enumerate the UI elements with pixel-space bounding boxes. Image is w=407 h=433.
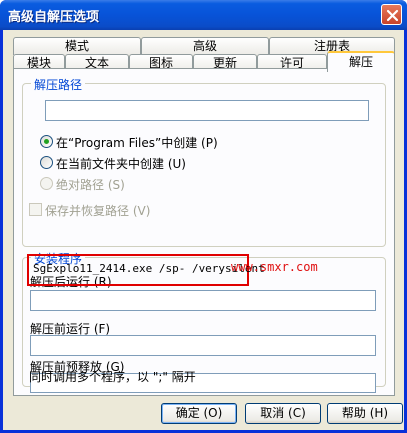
watermark-url: www.smxr.com — [231, 260, 318, 274]
save-restore-path-label: 保存并恢复路径 (V) — [45, 204, 151, 218]
tab-advanced[interactable]: 高级 — [141, 37, 269, 55]
dialog-window: 高级自解压选项 模式 高级 注册表 模块 文本 图标 更新 许可 解压 解压路径… — [0, 0, 407, 433]
tab-extract[interactable]: 解压 — [327, 51, 395, 72]
absolute-path-radio — [40, 177, 53, 190]
program-files-radio-label[interactable]: 在“Program Files”中创建 (P) — [56, 134, 218, 151]
save-restore-path-checkbox — [29, 203, 42, 216]
extract-path-group-title: 解压路径 — [31, 76, 86, 93]
current-folder-radio[interactable] — [40, 156, 53, 169]
cancel-button[interactable]: 取消 (C) — [245, 403, 321, 424]
dialog-client-area: 模式 高级 注册表 模块 文本 图标 更新 许可 解压 解压路径 在“Progr… — [3, 30, 404, 430]
current-folder-radio-label[interactable]: 在当前文件夹中创建 (U) — [56, 155, 186, 172]
close-button[interactable] — [381, 4, 402, 25]
title-bar[interactable]: 高级自解压选项 — [0, 0, 407, 30]
close-icon — [386, 9, 399, 22]
radio-selected-dot — [44, 139, 49, 144]
extract-path-input[interactable] — [45, 100, 369, 121]
window-title: 高级自解压选项 — [8, 10, 100, 25]
run-after-input[interactable] — [30, 290, 376, 311]
run-before-input[interactable] — [30, 335, 376, 356]
tab-panel-extract: 解压路径 在“Program Files”中创建 (P) 在当前文件夹中创建 (… — [13, 68, 395, 396]
extract-path-group: 解压路径 在“Program Files”中创建 (P) 在当前文件夹中创建 (… — [22, 76, 386, 247]
ok-button[interactable]: 确定 (O) — [161, 403, 237, 424]
help-button[interactable]: 帮助 (H) — [327, 403, 403, 424]
absolute-path-radio-label: 绝对路径 (S) — [56, 178, 125, 192]
program-files-radio[interactable] — [40, 135, 53, 148]
multi-program-hint: 同时调用多个程序，以 ";" 隔开 — [29, 370, 196, 384]
tab-mode[interactable]: 模式 — [13, 37, 141, 55]
